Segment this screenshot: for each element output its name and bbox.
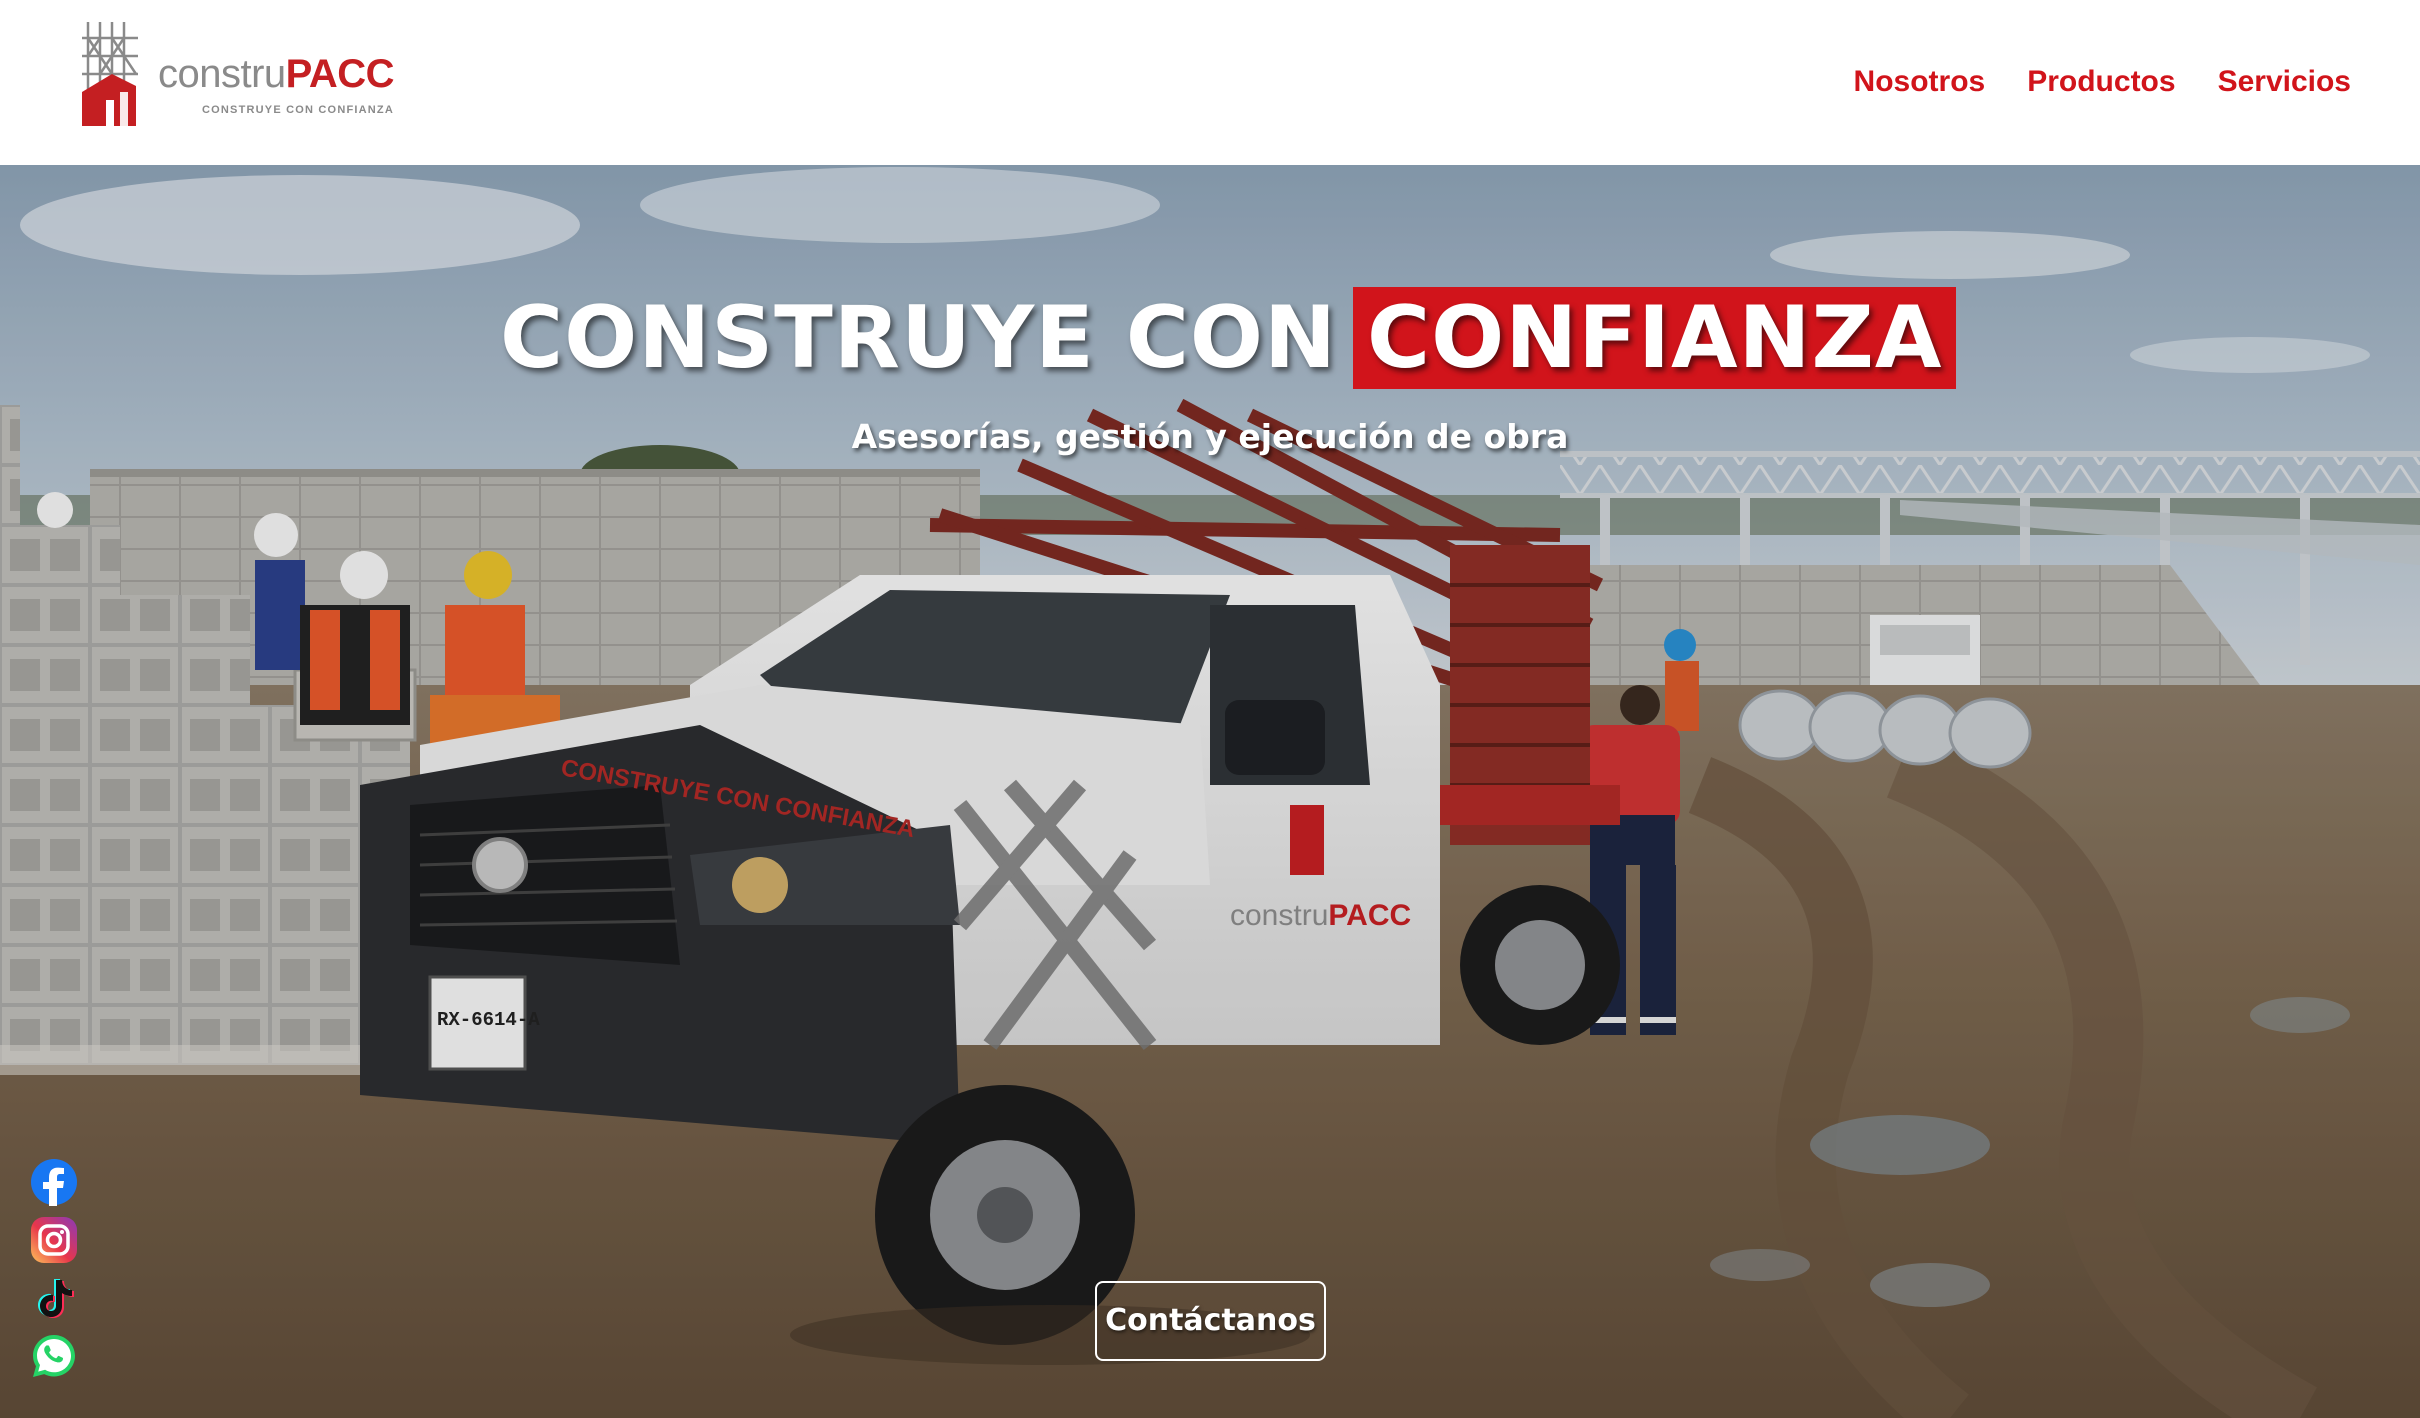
logo-mark-icon xyxy=(82,22,138,126)
logo-tagline: CONSTRUYE CON CONFIANZA xyxy=(202,104,394,116)
tiktok-icon[interactable] xyxy=(30,1274,78,1322)
facebook-icon[interactable] xyxy=(30,1158,78,1206)
instagram-icon[interactable] xyxy=(30,1216,78,1264)
social-links xyxy=(30,1158,78,1386)
hero-section: construPACC RX-6614-A CONSTRUYE CON CONF… xyxy=(0,165,2420,1418)
hero-title: CONSTRUYE CON CONFIANZA xyxy=(500,283,1957,393)
nav-link-servicios[interactable]: Servicios xyxy=(2218,58,2351,106)
logo-word-light: constru xyxy=(158,52,286,96)
site-header: construPACC CONSTRUYE CON CONFIANZA Noso… xyxy=(0,0,2420,165)
logo-wordmark: construPACC xyxy=(158,50,395,98)
logo-word-bold: PACC xyxy=(285,52,395,96)
hero-title-plain: CONSTRUYE CON xyxy=(500,288,1338,388)
main-nav: Nosotros Productos Servicios xyxy=(1854,58,2351,106)
whatsapp-icon[interactable] xyxy=(30,1332,78,1380)
hero-title-highlight: CONFIANZA xyxy=(1353,287,1957,389)
construpacc-logo[interactable]: construPACC CONSTRUYE CON CONFIANZA xyxy=(78,20,418,130)
nav-link-nosotros[interactable]: Nosotros xyxy=(1854,58,1986,106)
hero-subtitle: Asesorías, gestión y ejecución de obra xyxy=(851,417,1569,456)
nav-link-productos[interactable]: Productos xyxy=(2027,58,2175,106)
contact-button[interactable]: Contáctanos xyxy=(1095,1281,1326,1361)
